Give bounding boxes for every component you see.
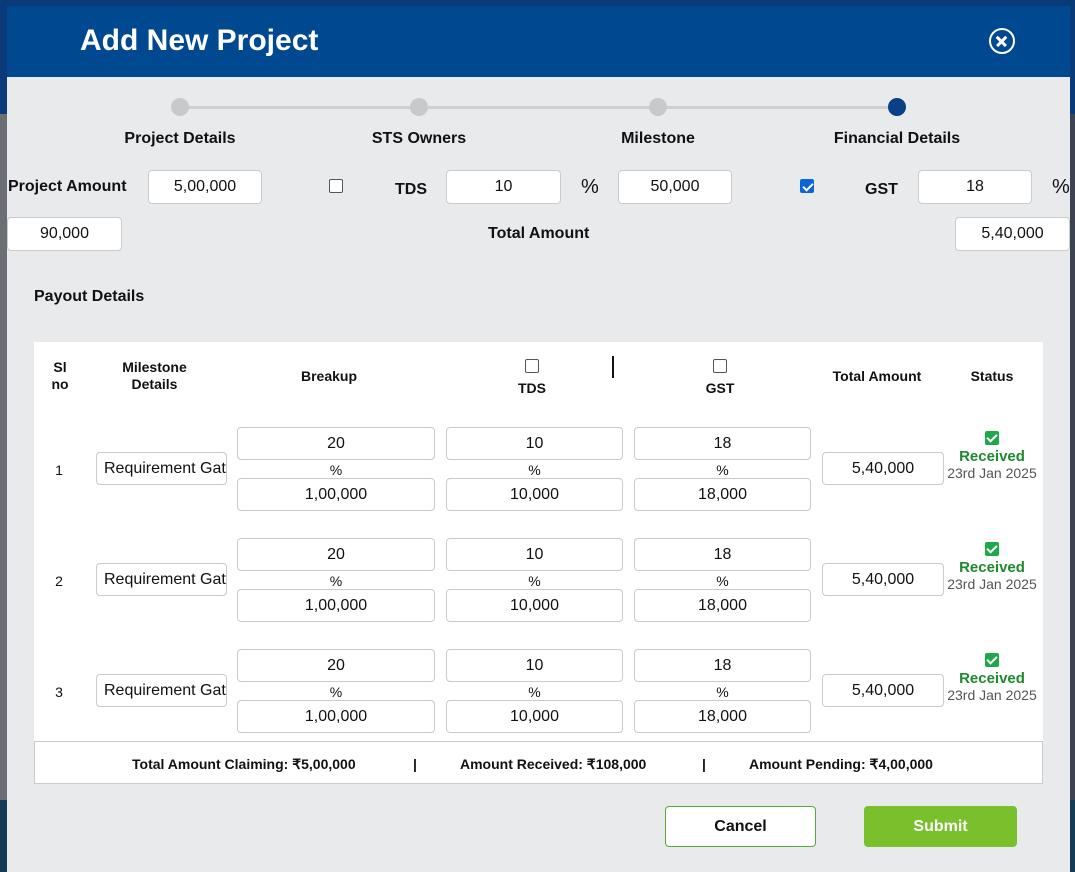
gst-percent-cell[interactable]: 18 bbox=[634, 427, 811, 460]
gst-label: GST bbox=[865, 181, 898, 198]
received-check-icon bbox=[985, 653, 999, 667]
project-amount-label: Project Amount bbox=[8, 178, 127, 195]
totals-separator: | bbox=[413, 756, 417, 772]
tds-checkbox[interactable] bbox=[329, 179, 343, 193]
step-dot-sts-owners[interactable] bbox=[410, 98, 428, 116]
tds-percent-symbol: % bbox=[528, 462, 541, 478]
payout-table: Sl no Milestone Details Breakup TDS GST … bbox=[34, 342, 1043, 742]
total-amount-claiming: Total Amount Claiming: ₹5,00,000 bbox=[132, 756, 356, 772]
status-received: Received bbox=[959, 448, 1025, 465]
status-date: 23rd Jan 2025 bbox=[947, 687, 1037, 703]
header-separator bbox=[612, 356, 614, 378]
tds-percent-symbol: % bbox=[528, 573, 541, 589]
header-gst-checkbox[interactable] bbox=[713, 359, 727, 373]
breakup-amount-input[interactable]: 1,00,000 bbox=[237, 589, 435, 622]
header-status: Status bbox=[970, 368, 1014, 384]
submit-button[interactable]: Submit bbox=[864, 806, 1017, 847]
breakup-percent-input[interactable]: 20 bbox=[237, 427, 435, 460]
totals-separator: | bbox=[702, 756, 706, 772]
tds-percent-symbol: % bbox=[581, 176, 599, 198]
row-sl-no: 1 bbox=[55, 462, 63, 478]
step-dot-project-details[interactable] bbox=[171, 98, 189, 116]
tds-percent-cell[interactable]: 10 bbox=[446, 427, 623, 460]
step-label-project-details: Project Details bbox=[124, 130, 236, 147]
stepper-line bbox=[180, 106, 897, 109]
total-amount-label: Total Amount bbox=[488, 225, 590, 242]
received-check-icon bbox=[985, 431, 999, 445]
tds-amount-cell[interactable]: 10,000 bbox=[446, 700, 623, 733]
payout-totals-bar: Total Amount Claiming: ₹5,00,000 | Amoun… bbox=[34, 741, 1043, 784]
header-total-amount: Total Amount bbox=[832, 368, 922, 384]
project-amount-input[interactable]: 5,00,000 bbox=[148, 170, 262, 204]
tds-label: TDS bbox=[395, 181, 427, 198]
gst-amount-cell[interactable]: 18,000 bbox=[634, 700, 811, 733]
status-date: 23rd Jan 2025 bbox=[947, 576, 1037, 592]
row-sl-no: 2 bbox=[55, 573, 63, 589]
amount-pending: Amount Pending: ₹4,00,000 bbox=[749, 756, 933, 772]
gst-percent-cell[interactable]: 18 bbox=[634, 649, 811, 682]
header-sl-no: Sl no bbox=[51, 359, 69, 392]
tds-percent-cell[interactable]: 10 bbox=[446, 649, 623, 682]
cancel-button[interactable]: Cancel bbox=[665, 806, 816, 847]
header-tds-checkbox[interactable] bbox=[525, 359, 539, 373]
row-total-input[interactable]: 5,40,000 bbox=[822, 674, 944, 707]
header-gst: GST bbox=[705, 380, 735, 396]
close-icon[interactable] bbox=[989, 28, 1015, 54]
status-received: Received bbox=[959, 559, 1025, 576]
status-date: 23rd Jan 2025 bbox=[947, 465, 1037, 481]
total-amount-input[interactable]: 5,40,000 bbox=[955, 217, 1070, 251]
header-tds: TDS bbox=[518, 380, 546, 396]
gst-percent-cell[interactable]: 18 bbox=[634, 538, 811, 571]
row-total-input[interactable]: 5,40,000 bbox=[822, 563, 944, 596]
step-label-financial-details: Financial Details bbox=[833, 130, 961, 147]
gst-percent-symbol: % bbox=[716, 462, 729, 478]
breakup-amount-input[interactable]: 1,00,000 bbox=[237, 478, 435, 511]
gst-percent-symbol: % bbox=[1052, 176, 1070, 198]
step-dot-financial-details[interactable] bbox=[888, 98, 906, 116]
tds-amount-input[interactable]: 50,000 bbox=[618, 170, 732, 204]
gst-amount-cell[interactable]: 18,000 bbox=[634, 589, 811, 622]
milestone-input[interactable]: Requirement Gathering bbox=[96, 452, 227, 485]
tds-percent-cell[interactable]: 10 bbox=[446, 538, 623, 571]
add-project-modal: Add New Project Project Details STS Owne… bbox=[7, 6, 1070, 872]
gst-amount-input[interactable]: 90,000 bbox=[7, 217, 122, 251]
header-breakup: Breakup bbox=[300, 368, 358, 384]
amount-received: Amount Received: ₹108,000 bbox=[460, 756, 647, 772]
gst-checkbox[interactable] bbox=[800, 179, 814, 193]
breakup-percent-symbol: % bbox=[329, 684, 343, 700]
received-check-icon bbox=[985, 542, 999, 556]
breakup-percent-input[interactable]: 20 bbox=[237, 538, 435, 571]
status-received: Received bbox=[959, 670, 1025, 687]
header-milestone-details: Milestone Details bbox=[122, 359, 187, 392]
breakup-amount-input[interactable]: 1,00,000 bbox=[237, 700, 435, 733]
breakup-percent-symbol: % bbox=[329, 462, 343, 478]
milestone-input[interactable]: Requirement Gathering bbox=[96, 563, 227, 596]
payout-details-title: Payout Details bbox=[34, 288, 145, 305]
tds-percent-symbol: % bbox=[528, 684, 541, 700]
row-sl-no: 3 bbox=[55, 684, 63, 700]
row-total-input[interactable]: 5,40,000 bbox=[822, 452, 944, 485]
step-label-sts-owners: STS Owners bbox=[371, 130, 467, 147]
milestone-input[interactable]: Requirement Gathering bbox=[96, 674, 227, 707]
tds-amount-cell[interactable]: 10,000 bbox=[446, 478, 623, 511]
gst-percent-symbol: % bbox=[716, 573, 729, 589]
gst-percent-input[interactable]: 18 bbox=[918, 170, 1032, 204]
step-dot-milestone[interactable] bbox=[649, 98, 667, 116]
tds-percent-input[interactable]: 10 bbox=[446, 170, 561, 204]
modal-header: Add New Project bbox=[7, 6, 1070, 77]
breakup-percent-symbol: % bbox=[329, 573, 343, 589]
tds-amount-cell[interactable]: 10,000 bbox=[446, 589, 623, 622]
gst-percent-symbol: % bbox=[716, 684, 729, 700]
gst-amount-cell[interactable]: 18,000 bbox=[634, 478, 811, 511]
breakup-percent-input[interactable]: 20 bbox=[237, 649, 435, 682]
modal-title: Add New Project bbox=[80, 24, 319, 57]
step-label-milestone: Milestone bbox=[621, 130, 695, 147]
